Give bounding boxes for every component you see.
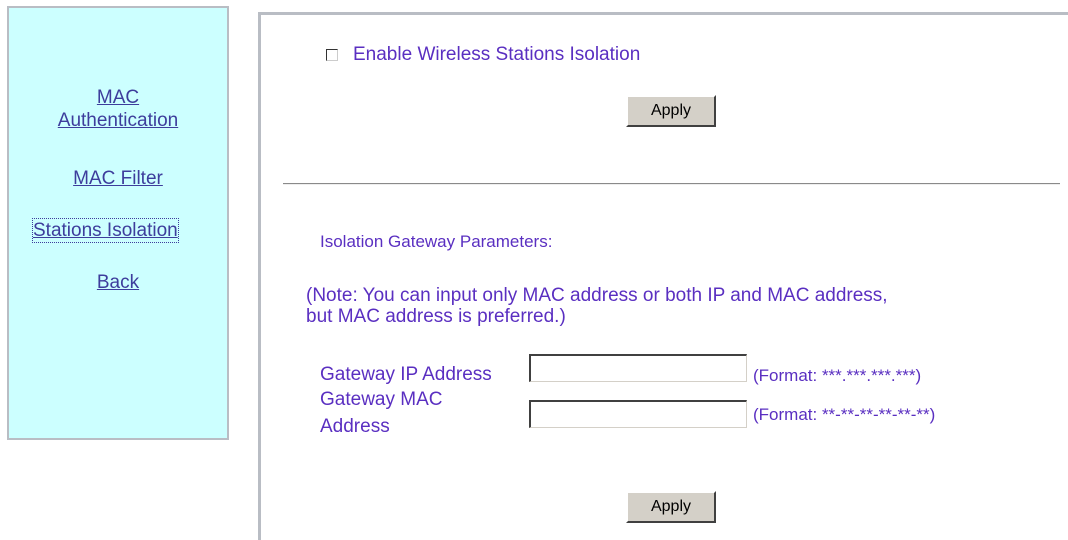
gateway-mac-label-line1: Gateway MAC	[320, 389, 443, 410]
sidebar-nav: MAC Authentication MAC Filter Stations I…	[7, 6, 229, 440]
section-divider	[283, 183, 1060, 185]
enable-isolation-label: Enable Wireless Stations Isolation	[353, 44, 641, 65]
gateway-heading: Isolation Gateway Parameters:	[320, 232, 553, 251]
content-frame-left-border	[258, 12, 261, 540]
nav-link-stations-isolation[interactable]: Stations Isolation	[32, 218, 179, 243]
gateway-note-line2: but MAC address is preferred.)	[306, 306, 566, 327]
page: MAC Authentication MAC Filter Stations I…	[0, 0, 1068, 540]
nav-link-mac-authentication-line1: MAC	[96, 87, 140, 108]
nav-link-mac-authentication-line2: Authentication	[57, 110, 179, 131]
apply-gateway-button[interactable]: Apply	[626, 491, 716, 523]
gateway-mac-input[interactable]	[529, 400, 747, 428]
content-frame-top-border	[258, 12, 1068, 15]
gateway-ip-format: (Format: ***.***.***.***)	[753, 366, 922, 385]
nav-link-mac-authentication[interactable]: MAC Authentication	[9, 86, 227, 132]
nav-link-back[interactable]: Back	[9, 271, 227, 294]
gateway-ip-input[interactable]	[529, 354, 747, 382]
enable-isolation-row: Enable Wireless Stations Isolation	[326, 44, 640, 66]
gateway-ip-label: Gateway IP Address	[320, 364, 492, 385]
apply-isolation-button[interactable]: Apply	[626, 95, 716, 127]
gateway-mac-format: (Format: **-**-**-**-**-**)	[753, 405, 936, 424]
enable-isolation-checkbox[interactable]	[326, 49, 338, 61]
nav-link-mac-filter[interactable]: MAC Filter	[9, 167, 227, 190]
gateway-mac-label-line2: Address	[320, 416, 390, 437]
gateway-note-line1: (Note: You can input only MAC address or…	[306, 285, 888, 306]
